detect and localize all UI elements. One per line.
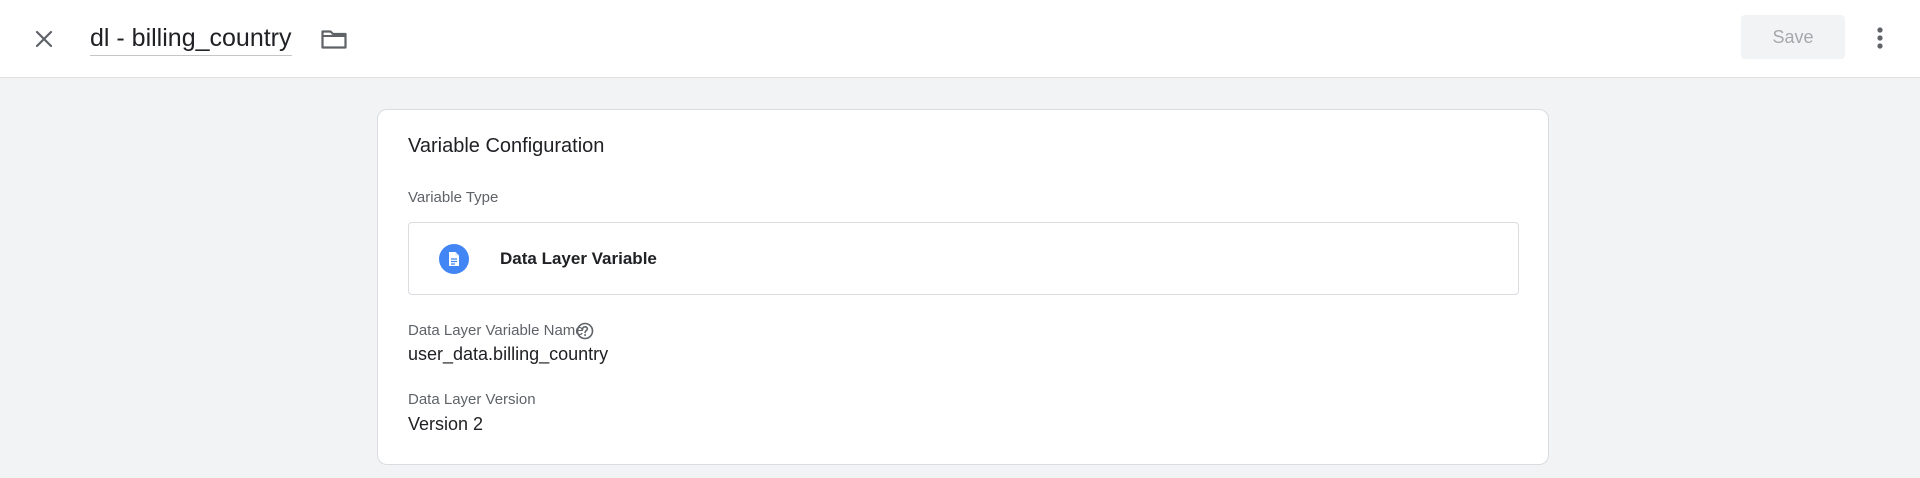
dlv-name-label: Data Layer Variable Name xyxy=(408,322,584,339)
variable-name-title[interactable]: dl - billing_country xyxy=(90,22,292,56)
close-button[interactable] xyxy=(24,21,64,57)
more-options-button[interactable] xyxy=(1864,20,1896,56)
card-title: Variable Configuration xyxy=(408,135,605,157)
document-icon xyxy=(439,244,469,274)
dlv-name-value: user_data.billing_country xyxy=(408,344,609,364)
variable-type-label: Variable Type xyxy=(408,189,499,206)
close-icon xyxy=(35,30,53,48)
dlv-version-label: Data Layer Version xyxy=(408,391,536,408)
folder-button[interactable] xyxy=(316,22,352,56)
top-bar: dl - billing_country Save xyxy=(0,0,1920,78)
dlv-version-value: Version 2 xyxy=(408,414,484,434)
save-button[interactable]: Save xyxy=(1741,15,1845,59)
folder-icon xyxy=(321,30,347,49)
variable-type-value: Data Layer Variable xyxy=(500,249,657,268)
help-icon[interactable] xyxy=(575,321,595,341)
variable-type-selector[interactable]: Data Layer Variable xyxy=(408,222,1519,295)
variable-configuration-card: Variable Configuration Variable Type Dat… xyxy=(377,109,1549,465)
more-vert-icon xyxy=(1877,27,1883,49)
